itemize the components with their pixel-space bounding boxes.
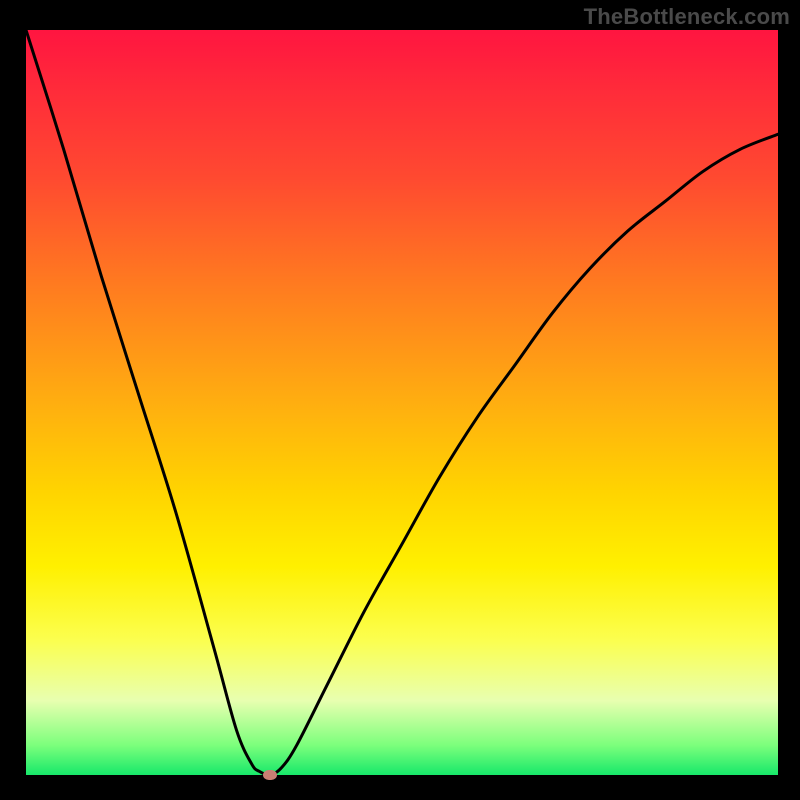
plot-area xyxy=(26,30,778,775)
watermark-text: TheBottleneck.com xyxy=(584,4,790,30)
curve-minimum-marker xyxy=(263,770,277,780)
bottleneck-curve xyxy=(26,30,778,775)
chart-stage: TheBottleneck.com xyxy=(0,0,800,800)
